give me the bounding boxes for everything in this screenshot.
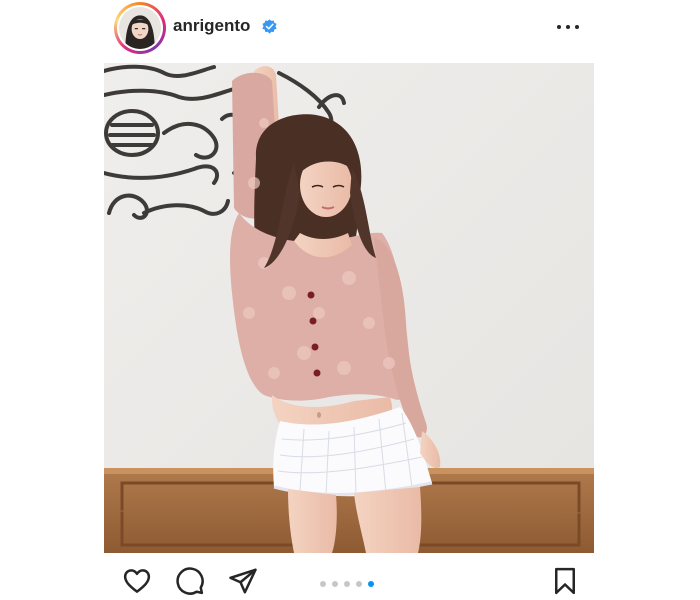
comment-icon[interactable] bbox=[175, 566, 205, 596]
action-bar bbox=[104, 562, 594, 600]
post-photo[interactable] bbox=[104, 63, 594, 553]
post-header: anrigento bbox=[104, 0, 594, 56]
carousel-dot bbox=[320, 581, 326, 587]
avatar[interactable] bbox=[114, 2, 166, 54]
heart-icon[interactable] bbox=[122, 566, 152, 596]
carousel-indicator bbox=[320, 581, 380, 587]
username[interactable]: anrigento bbox=[173, 16, 250, 36]
more-options-icon[interactable] bbox=[556, 18, 580, 36]
send-icon[interactable] bbox=[228, 566, 258, 596]
carousel-dot bbox=[356, 581, 362, 587]
carousel-dot bbox=[344, 581, 350, 587]
carousel-dot-active bbox=[368, 581, 374, 587]
carousel-dot bbox=[332, 581, 338, 587]
verified-badge-icon bbox=[262, 19, 277, 34]
bookmark-icon[interactable] bbox=[550, 566, 580, 596]
avatar-photo bbox=[119, 7, 161, 49]
photo-illustration bbox=[104, 63, 594, 553]
